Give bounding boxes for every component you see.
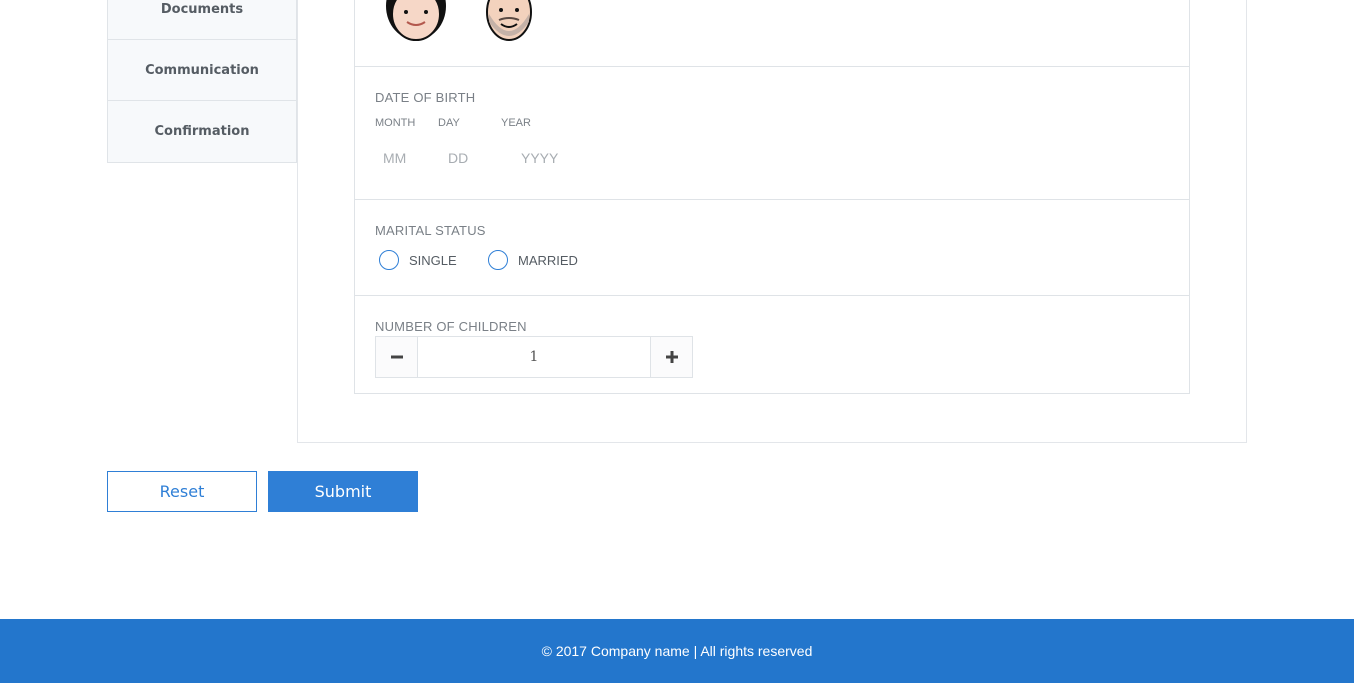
- children-count-input[interactable]: [418, 337, 650, 377]
- single-radio[interactable]: [379, 250, 399, 270]
- marital-status-section: MARITAL STATUS SINGLE MARRIED: [354, 199, 1190, 296]
- number-of-children-section: NUMBER OF CHILDREN: [354, 295, 1190, 394]
- avatar-selection-section: [354, 0, 1190, 67]
- sidebar-item-label: Documents: [160, 1, 244, 17]
- sidebar-item-label: Confirmation: [154, 124, 250, 139]
- month-label: MONTH: [375, 117, 416, 129]
- male-avatar[interactable]: [483, 0, 535, 46]
- day-input[interactable]: [448, 147, 496, 169]
- increment-button[interactable]: [650, 337, 692, 377]
- date-of-birth-section: DATE OF BIRTH MONTH DAY YEAR: [354, 66, 1190, 200]
- reset-button[interactable]: Reset: [107, 471, 257, 512]
- day-label: DAY: [438, 117, 460, 129]
- married-radio-label: MARRIED: [518, 252, 578, 268]
- minus-icon: [390, 355, 403, 359]
- submit-button[interactable]: Submit: [268, 471, 418, 512]
- date-of-birth-label: DATE OF BIRTH: [375, 90, 476, 105]
- marital-status-label: MARITAL STATUS: [375, 223, 486, 238]
- married-radio-option[interactable]: MARRIED: [488, 250, 578, 270]
- sidebar-item-label: Communication: [145, 62, 259, 78]
- married-radio[interactable]: [488, 250, 508, 270]
- month-input[interactable]: [383, 147, 431, 169]
- form-steps-sidebar: Documents Communication Confirmation: [107, 0, 297, 163]
- female-avatar[interactable]: [385, 0, 447, 46]
- children-quantity-stepper: [375, 336, 693, 378]
- plus-icon: [665, 351, 678, 363]
- sidebar-item-communication[interactable]: Communication: [108, 40, 296, 101]
- year-input[interactable]: [521, 147, 581, 169]
- single-radio-option[interactable]: SINGLE: [379, 250, 457, 270]
- copyright-text: © 2017 Company name | All rights reserve…: [541, 643, 813, 659]
- decrement-button[interactable]: [376, 337, 418, 377]
- sidebar-item-confirmation[interactable]: Confirmation: [108, 101, 296, 162]
- single-radio-label: SINGLE: [409, 252, 457, 268]
- number-of-children-label: NUMBER OF CHILDREN: [375, 319, 527, 334]
- year-label: YEAR: [501, 117, 531, 129]
- sidebar-item-documents[interactable]: Documents: [108, 0, 296, 40]
- footer: © 2017 Company name | All rights reserve…: [0, 619, 1354, 683]
